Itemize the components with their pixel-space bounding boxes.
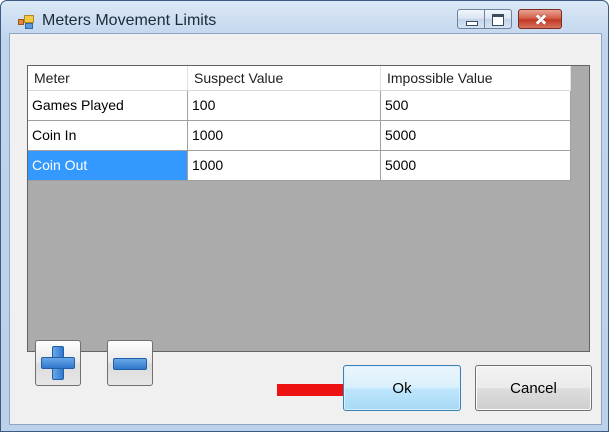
plus-icon xyxy=(41,346,75,380)
column-header-meter[interactable]: Meter xyxy=(28,66,188,91)
add-row-button[interactable] xyxy=(35,340,81,386)
grid-header-row: Meter Suspect Value Impossible Value xyxy=(28,66,571,91)
remove-row-button[interactable] xyxy=(107,340,153,386)
table-row[interactable]: Coin In 1000 5000 xyxy=(28,121,571,151)
column-header-suspect-value[interactable]: Suspect Value xyxy=(188,66,381,91)
cancel-button[interactable]: Cancel xyxy=(475,365,592,411)
meters-grid[interactable]: Meter Suspect Value Impossible Value Gam… xyxy=(27,65,590,352)
cell-meter[interactable]: Games Played xyxy=(28,91,188,121)
minus-icon xyxy=(113,358,147,370)
cell-meter[interactable]: Coin In xyxy=(28,121,188,151)
table-row-selected[interactable]: Coin Out 1000 5000 xyxy=(28,151,571,181)
cell-meter[interactable]: Coin Out xyxy=(28,151,188,181)
cell-suspect-value[interactable]: 1000 xyxy=(188,151,381,181)
dialog-window: Meters Movement Limits Meter Suspect Val… xyxy=(0,0,609,432)
cell-impossible-value[interactable]: 5000 xyxy=(381,151,571,181)
table-row[interactable]: Games Played 100 500 xyxy=(28,91,571,121)
cell-impossible-value[interactable]: 500 xyxy=(381,91,571,121)
ok-button[interactable]: Ok xyxy=(343,365,461,411)
cell-suspect-value[interactable]: 100 xyxy=(188,91,381,121)
cell-impossible-value[interactable]: 5000 xyxy=(381,121,571,151)
column-header-impossible-value[interactable]: Impossible Value xyxy=(381,66,571,91)
cell-suspect-value[interactable]: 1000 xyxy=(188,121,381,151)
